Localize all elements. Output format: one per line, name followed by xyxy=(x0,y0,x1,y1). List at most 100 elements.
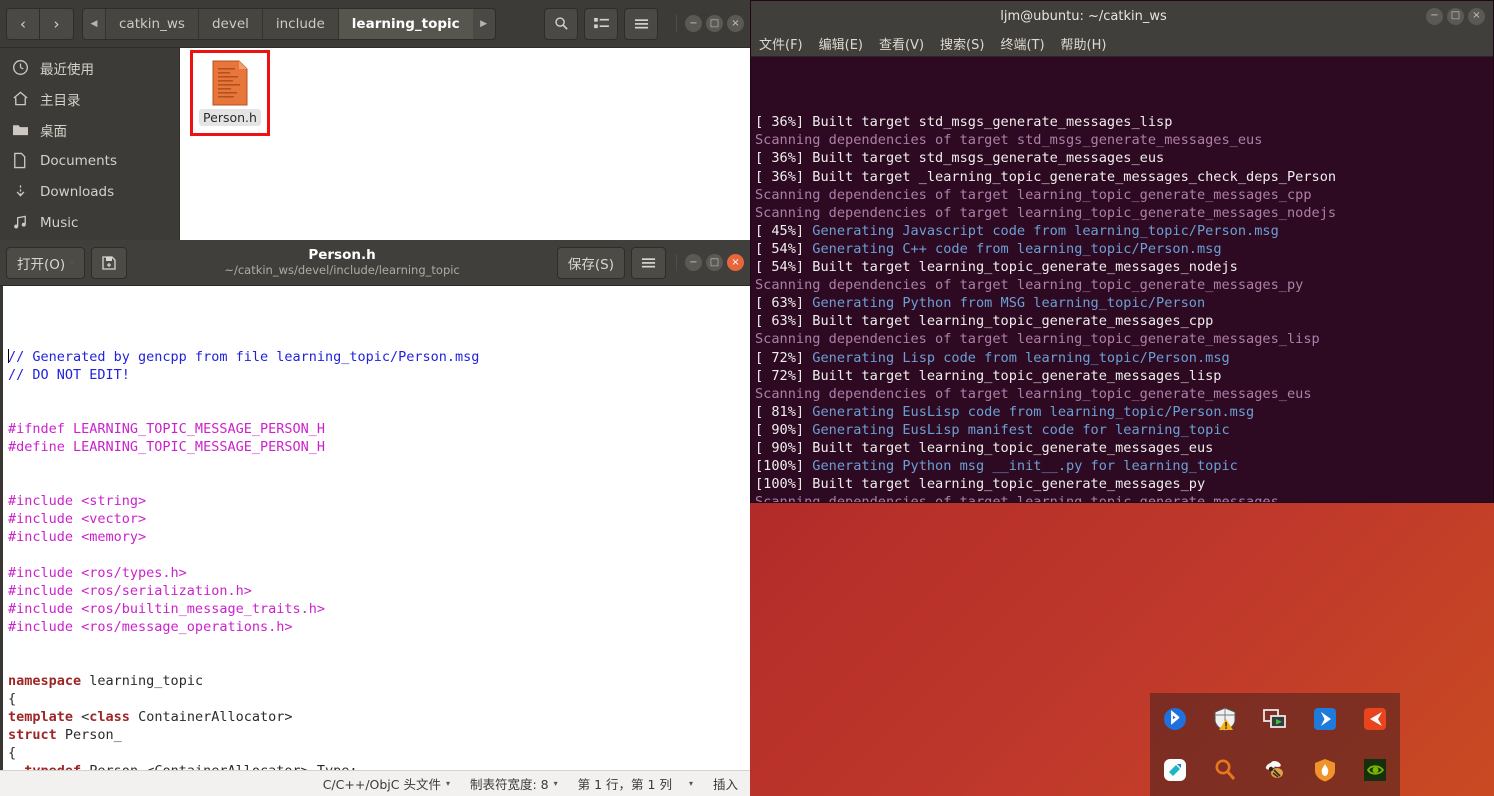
gedit-title-area: Person.h ~/catkin_ws/devel/include/learn… xyxy=(127,248,557,277)
screen-recorder-icon[interactable] xyxy=(1260,704,1290,734)
sidebar-label-desktop: 桌面 xyxy=(40,123,67,140)
terminal-token: Scanning dependencies of target learning… xyxy=(755,204,1337,221)
bee-icon[interactable] xyxy=(1260,755,1290,785)
media-play-icon[interactable] xyxy=(1310,704,1340,734)
terminal-line: Scanning dependencies of target std_msgs… xyxy=(755,131,1489,149)
system-tray-panel xyxy=(1150,693,1400,796)
sidebar-label-documents: Documents xyxy=(40,152,117,169)
terminal-line: Scanning dependencies of target learning… xyxy=(755,276,1489,294)
breadcrumb-scroll-left[interactable]: ◀ xyxy=(83,8,105,39)
code-token: struct xyxy=(8,727,57,743)
code-line: #include <vector> xyxy=(8,510,750,528)
security-shield-warning-icon[interactable] xyxy=(1210,704,1240,734)
sidebar-item-desktop[interactable]: 桌面 xyxy=(0,114,179,145)
download-icon xyxy=(12,183,40,200)
code-token: < xyxy=(73,709,90,725)
breadcrumb-scroll-right[interactable]: ▶ xyxy=(472,8,495,39)
minimize-button[interactable]: − xyxy=(685,254,702,271)
sidebar-item-music[interactable]: Music xyxy=(0,207,179,238)
sidebar-item-home[interactable]: 主目录 xyxy=(0,83,179,114)
minimize-button[interactable]: − xyxy=(685,15,702,32)
terminal-line: [ 54%] Generating C++ code from learning… xyxy=(755,240,1489,258)
terminal-titlebar: ljm@ubuntu: ~/catkin_ws − □ × xyxy=(751,1,1493,31)
close-button[interactable]: × xyxy=(727,15,744,32)
code-line: template <class ContainerAllocator> xyxy=(8,708,750,726)
minimize-button[interactable]: − xyxy=(1426,7,1443,25)
terminal-output-area[interactable]: [ 36%] Built target std_msgs_generate_me… xyxy=(751,57,1493,502)
breadcrumb: ◀ catkin_ws devel include learning_topic… xyxy=(82,7,496,40)
breadcrumb-item-include[interactable]: include xyxy=(261,8,338,39)
gedit-text-editor[interactable]: // Generated by gencpp from file learnin… xyxy=(0,286,750,770)
terminal-line: [ 36%] Built target _learning_topic_gene… xyxy=(755,168,1489,186)
close-button[interactable]: × xyxy=(727,254,744,271)
language-selector[interactable]: C/C++/ObjC 头文件 ▾ xyxy=(323,774,450,793)
triangle-left-icon: ◀ xyxy=(90,18,98,29)
forward-button[interactable]: › xyxy=(40,7,74,40)
close-red-icon[interactable] xyxy=(1360,704,1390,734)
menu-edit[interactable]: 编辑(E) xyxy=(819,34,863,53)
back-button[interactable]: ‹ xyxy=(6,7,40,40)
terminal-line: [100%] Generating Python msg __init__.py… xyxy=(755,457,1489,475)
nvidia-icon[interactable] xyxy=(1360,755,1390,785)
menu-terminal[interactable]: 终端(T) xyxy=(1000,34,1044,53)
maximize-button[interactable]: □ xyxy=(706,254,723,271)
triangle-right-icon: ▶ xyxy=(480,18,488,29)
menu-file[interactable]: 文件(F) xyxy=(759,34,803,53)
gedit-menu-button[interactable] xyxy=(631,246,666,279)
cursor-position-label: 第 1 行，第 1 列 xyxy=(577,777,672,792)
code-token: #ifndef LEARNING_TOPIC_MESSAGE_PERSON_H xyxy=(8,421,325,437)
menu-help[interactable]: 帮助(H) xyxy=(1061,34,1107,53)
terminal-token: [ 81%] xyxy=(755,403,813,420)
tab-width-selector[interactable]: 制表符宽度: 8 ▾ xyxy=(470,774,558,793)
terminal-token: Generating C++ code from learning_topic/… xyxy=(812,240,1222,257)
terminal-window: ljm@ubuntu: ~/catkin_ws − □ × 文件(F) 编辑(E… xyxy=(750,0,1494,503)
terminal-token: [100%] xyxy=(755,458,813,475)
firewall-shield-icon[interactable] xyxy=(1310,755,1340,785)
save-as-button[interactable] xyxy=(91,246,128,279)
code-line: // DO NOT EDIT! xyxy=(8,366,750,384)
save-button[interactable]: 保存(S) xyxy=(556,246,625,279)
breadcrumb-item-devel[interactable]: devel xyxy=(197,8,262,39)
sidebar-label-recent: 最近使用 xyxy=(40,61,94,78)
code-token: namespace xyxy=(8,673,82,689)
code-token: #include <string> xyxy=(8,493,147,509)
terminal-line: [ 72%] Generating Lisp code from learnin… xyxy=(755,349,1489,367)
terminal-line: [100%] Built target learning_topic_gener… xyxy=(755,475,1489,493)
code-token: #include <ros/serialization.h> xyxy=(8,583,252,599)
file-manager-window: ‹ › ◀ catkin_ws devel include learning_t… xyxy=(0,0,750,240)
menu-view[interactable]: 查看(V) xyxy=(879,34,924,53)
sidebar-item-downloads[interactable]: Downloads xyxy=(0,176,179,207)
bluetooth-icon[interactable] xyxy=(1160,704,1190,734)
file-item-person-h[interactable]: Person.h xyxy=(190,50,270,136)
menu-search[interactable]: 搜索(S) xyxy=(940,34,984,53)
view-button-group xyxy=(584,7,618,40)
terminal-line: Scanning dependencies of target learning… xyxy=(755,385,1489,403)
terminal-token: [ 54%] xyxy=(755,240,813,257)
code-token: #include <ros/message_operations.h> xyxy=(8,619,293,635)
file-manager-headerbar: ‹ › ◀ catkin_ws devel include learning_t… xyxy=(0,0,750,48)
maximize-button[interactable]: □ xyxy=(1447,7,1464,25)
breadcrumb-item-learning-topic[interactable]: learning_topic xyxy=(337,8,473,39)
terminal-token: Generating Python from MSG learning_topi… xyxy=(812,295,1206,312)
search-magnifier-icon[interactable] xyxy=(1210,755,1240,785)
file-manager-sidebar: 最近使用 主目录 桌面 Documents Downloads Music xyxy=(0,48,180,240)
teal-app-icon[interactable] xyxy=(1160,755,1190,785)
sidebar-item-recent[interactable]: 最近使用 xyxy=(0,52,179,83)
open-file-button[interactable]: 打开(O) ▾ xyxy=(6,246,86,279)
view-mode-button[interactable] xyxy=(584,7,618,40)
sidebar-item-documents[interactable]: Documents xyxy=(0,145,179,176)
code-token: Person_ xyxy=(56,727,122,743)
search-button[interactable] xyxy=(544,7,578,40)
breadcrumb-item-catkin-ws[interactable]: catkin_ws xyxy=(105,8,198,39)
code-token: #define LEARNING_TOPIC_MESSAGE_PERSON_H xyxy=(8,439,325,455)
main-menu-button[interactable] xyxy=(624,7,658,40)
cursor-position-selector[interactable]: 第 1 行，第 1 列 ▾ xyxy=(578,774,693,793)
folder-icon xyxy=(12,122,40,137)
terminal-scrollbar[interactable] xyxy=(1480,57,1493,502)
terminal-token: [ 36%] Built target std_msgs_generate_me… xyxy=(755,150,1165,167)
code-token: #include <ros/types.h> xyxy=(8,565,187,581)
maximize-button[interactable]: □ xyxy=(706,15,723,32)
close-button[interactable]: × xyxy=(1468,7,1485,25)
code-token: Person_<ContainerAllocator> Type; xyxy=(81,763,357,770)
